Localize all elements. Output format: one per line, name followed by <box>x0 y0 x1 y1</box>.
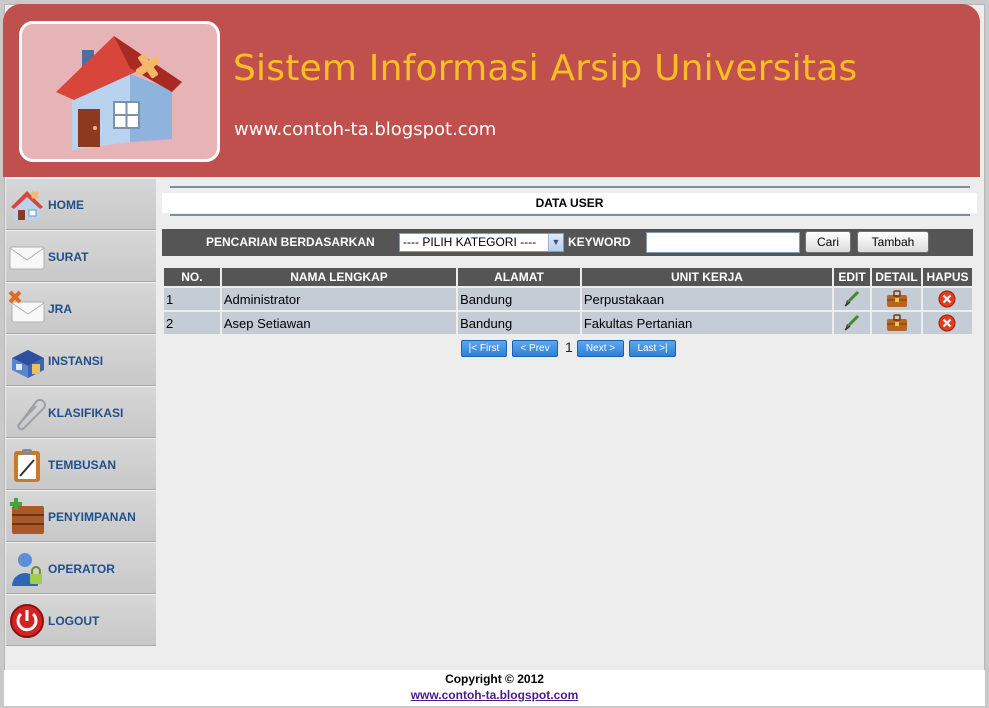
sidebar-item-label: HOME <box>48 198 84 212</box>
add-button[interactable]: Tambah <box>857 231 929 253</box>
power-icon <box>10 604 44 638</box>
cell-unit: Fakultas Pertanian <box>581 312 833 334</box>
last-page-button[interactable]: Last >| <box>629 340 676 357</box>
site-header: Sistem Informasi Arsip Universitas www.c… <box>3 4 980 177</box>
next-page-icon: > <box>609 343 616 354</box>
hapus-cell <box>922 288 972 310</box>
cell-no: 1 <box>164 288 220 310</box>
copyright-text: Copyright © 2012 <box>445 672 544 686</box>
hapus-cell <box>922 312 972 334</box>
table-row: 2 Asep Setiawan Bandung Fakultas Pertani… <box>164 312 972 334</box>
sidebar-menu: HOME SURAT JRA INSTANSI KLASIFIKASI TEMB… <box>6 178 156 646</box>
next-page-label: Next <box>585 343 607 354</box>
first-page-icon: |< <box>468 343 478 354</box>
cell-nama: Asep Setiawan <box>221 312 457 334</box>
sidebar-item-label: LOGOUT <box>48 614 100 628</box>
sidebar-item-tembusan[interactable]: TEMBUSAN <box>6 438 156 490</box>
prev-page-icon: < <box>520 343 527 354</box>
prev-page-label: Prev <box>529 343 550 354</box>
next-page-button[interactable]: Next > <box>577 340 624 357</box>
user-table: NO. NAMA LENGKAP ALAMAT UNIT KERJA EDIT … <box>162 266 974 336</box>
search-button[interactable]: Cari <box>805 231 851 253</box>
sidebar-item-logout[interactable]: LOGOUT <box>6 594 156 646</box>
page-title: DATA USER <box>162 193 977 213</box>
search-bar: PENCARIAN BERDASARKAN ---- PILIH KATEGOR… <box>162 229 973 256</box>
site-title: Sistem Informasi Arsip Universitas <box>233 48 858 89</box>
sidebar-item-label: SURAT <box>48 250 89 264</box>
delete-x-icon[interactable] <box>938 314 956 332</box>
cell-alamat: Bandung <box>458 312 580 334</box>
table-row: 1 Administrator Bandung Perpustakaan <box>164 288 972 310</box>
site-url: www.contoh-ta.blogspot.com <box>234 119 497 140</box>
prev-page-button[interactable]: < Prev <box>512 340 558 357</box>
delete-x-icon[interactable] <box>938 290 956 308</box>
divider <box>170 214 970 216</box>
brush-icon[interactable] <box>842 314 862 332</box>
briefcase-icon[interactable] <box>886 290 908 308</box>
divider <box>170 186 970 188</box>
sidebar-item-label: JRA <box>48 302 73 316</box>
envelope-icon <box>9 246 45 270</box>
cell-unit: Perpustakaan <box>581 288 833 310</box>
column-header: NO. <box>164 268 220 286</box>
sidebar-item-label: INSTANSI <box>48 354 104 368</box>
main-content: DATA USER PENCARIAN BERDASARKAN ---- PIL… <box>162 178 977 662</box>
search-label: PENCARIAN BERDASARKAN <box>206 235 375 249</box>
detail-cell <box>872 288 921 310</box>
column-header: ALAMAT <box>458 268 580 286</box>
paperclip-icon <box>17 399 46 431</box>
house-icon <box>19 21 220 162</box>
user-lock-icon <box>12 553 42 586</box>
envelope-delete-icon <box>8 290 45 323</box>
footer-link[interactable]: www.contoh-ta.blogspot.com <box>4 688 985 702</box>
sidebar-item-penyimpanan[interactable]: PENYIMPANAN <box>6 490 156 542</box>
sidebar-item-jra[interactable]: JRA <box>6 282 156 334</box>
sidebar-item-label: OPERATOR <box>48 562 115 576</box>
home-icon <box>11 190 43 220</box>
sidebar-item-instansi[interactable]: INSTANSI <box>6 334 156 386</box>
cell-no: 2 <box>164 312 220 334</box>
keyword-label: KEYWORD <box>568 235 631 249</box>
category-select[interactable]: ---- PILIH KATEGORI ---- ▼ <box>399 233 564 252</box>
sidebar-item-surat[interactable]: SURAT <box>6 230 156 282</box>
building-icon <box>12 350 44 378</box>
category-selected-value: ---- PILIH KATEGORI ---- <box>403 235 537 249</box>
last-page-label: Last <box>637 343 657 354</box>
sidebar-item-label: PENYIMPANAN <box>48 510 136 524</box>
clipboard-icon <box>14 449 40 482</box>
pagination: |< First < Prev 1 Next > Last >| <box>461 339 721 359</box>
cell-nama: Administrator <box>221 288 457 310</box>
site-footer: Copyright © 2012 www.contoh-ta.blogspot.… <box>4 670 985 706</box>
edit-cell <box>834 312 871 334</box>
keyword-input[interactable] <box>646 232 800 253</box>
sidebar-item-label: KLASIFIKASI <box>48 406 124 420</box>
column-header: NAMA LENGKAP <box>221 268 457 286</box>
column-header: HAPUS <box>922 268 972 286</box>
first-page-label: First <box>479 343 500 354</box>
first-page-button[interactable]: |< First <box>461 340 507 357</box>
column-header: DETAIL <box>872 268 921 286</box>
storage-box-icon <box>10 498 44 534</box>
column-header: EDIT <box>834 268 871 286</box>
last-page-icon: >| <box>659 343 668 354</box>
cell-alamat: Bandung <box>458 288 580 310</box>
edit-cell <box>834 288 871 310</box>
chevron-down-icon: ▼ <box>548 234 563 251</box>
sidebar-item-klasifikasi[interactable]: KLASIFIKASI <box>6 386 156 438</box>
current-page: 1 <box>565 339 573 355</box>
briefcase-icon[interactable] <box>886 314 908 332</box>
sidebar-item-operator[interactable]: OPERATOR <box>6 542 156 594</box>
table-header-row: NO. NAMA LENGKAP ALAMAT UNIT KERJA EDIT … <box>164 268 972 286</box>
brush-icon[interactable] <box>842 290 862 308</box>
sidebar-item-home[interactable]: HOME <box>6 178 156 230</box>
sidebar-item-label: TEMBUSAN <box>48 458 116 472</box>
column-header: UNIT KERJA <box>581 268 833 286</box>
detail-cell <box>872 312 921 334</box>
